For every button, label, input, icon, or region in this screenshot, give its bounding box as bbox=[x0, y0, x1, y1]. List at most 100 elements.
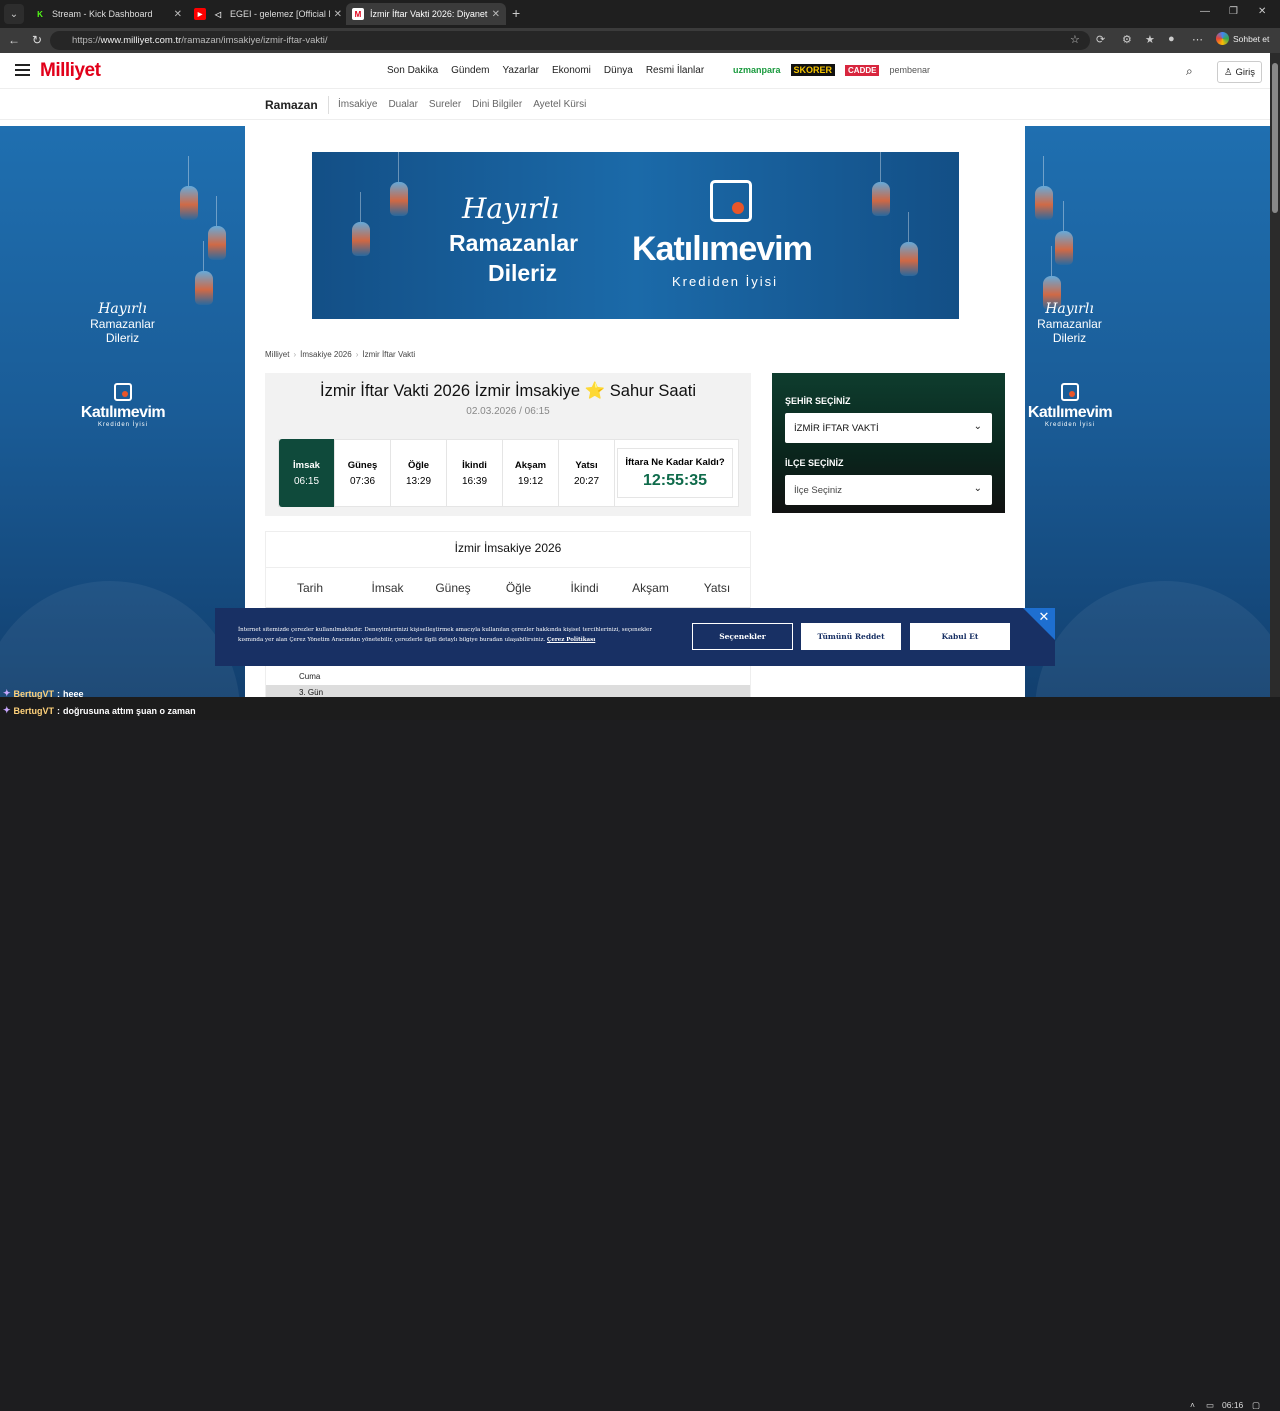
ad-greeting: Hayırlı Ramazanlar Dileriz bbox=[1027, 301, 1112, 345]
subnav-item[interactable]: Sureler bbox=[429, 99, 461, 110]
breadcrumb-item[interactable]: İzmir İftar Vakti bbox=[362, 350, 415, 359]
lantern-icon bbox=[390, 152, 408, 216]
cookie-policy-link[interactable]: Çerez Politikası bbox=[547, 637, 595, 643]
tab-youtube[interactable]: ▶ ◁ EGEI - gelemez [Official Music ✕ bbox=[188, 3, 348, 25]
top-banner-ad[interactable]: Hayırlı Ramazanlar Dileriz Katılımevim K… bbox=[312, 152, 959, 319]
lantern-icon bbox=[208, 196, 226, 260]
chevron-down-icon: ⌄ bbox=[973, 483, 982, 494]
column-header: Tarih bbox=[296, 580, 323, 595]
extensions-icon[interactable]: ⚙ bbox=[1122, 33, 1132, 46]
prayer-time: 19:12 bbox=[517, 475, 544, 487]
nav-item[interactable]: Dünya bbox=[604, 65, 633, 76]
partner-links: uzmanpara SKORER CADDE pembenar bbox=[733, 64, 930, 76]
close-icon[interactable]: ✕ bbox=[1023, 608, 1055, 640]
page-scrollbar[interactable] bbox=[1270, 53, 1280, 697]
close-icon[interactable]: ✕ bbox=[334, 9, 342, 20]
new-tab-icon[interactable]: + bbox=[512, 5, 520, 21]
mosque-silhouette bbox=[0, 581, 240, 697]
table-cell-date: 3. Gün bbox=[299, 688, 324, 697]
countdown-value: 12:55:35 bbox=[642, 471, 708, 489]
close-icon[interactable]: ✕ bbox=[492, 9, 500, 20]
cookie-options-button[interactable]: Seçenekler bbox=[692, 623, 793, 650]
back-icon[interactable]: ← bbox=[8, 33, 20, 47]
column-header: Akşam bbox=[632, 580, 669, 595]
user-icon: ♙ bbox=[1223, 66, 1233, 78]
prayer-times-row: İmsak 06:15 Güneş 07:36 Öğle 13:29 İkind… bbox=[278, 439, 739, 507]
search-icon[interactable]: ⌕ bbox=[1186, 64, 1193, 79]
site-logo[interactable]: Milliyet bbox=[40, 60, 101, 82]
ad-greeting: Hayırlı Ramazanlar Dileriz bbox=[80, 301, 165, 345]
prayer-time-gunes: Güneş 07:36 bbox=[335, 440, 391, 506]
nav-item[interactable]: Ekonomi bbox=[552, 65, 591, 76]
partner-cadde[interactable]: CADDE bbox=[845, 64, 880, 76]
network-icon[interactable]: ▭ bbox=[1206, 1400, 1214, 1411]
maximize-icon[interactable]: ❐ bbox=[1229, 6, 1238, 17]
more-icon[interactable]: ⋯ bbox=[1192, 33, 1203, 46]
ad-brand-name: Katılımevim bbox=[1027, 404, 1113, 421]
cookie-accept-button[interactable]: Kabul Et bbox=[910, 623, 1010, 650]
breadcrumb-item[interactable]: Milliyet bbox=[265, 350, 289, 359]
star-icon[interactable]: ☆ bbox=[1070, 33, 1080, 46]
nav-item[interactable]: Yazarlar bbox=[503, 65, 540, 76]
login-button[interactable]: ♙ Giriş bbox=[1217, 61, 1262, 83]
browser-window: ⌄ K Stream - Kick Dashboard ✕ ▶ ◁ EGEI -… bbox=[0, 0, 1280, 1410]
current-datetime: 02.03.2026 / 06:15 bbox=[466, 406, 550, 417]
table-cell-day: Cuma bbox=[299, 672, 321, 681]
chat-badge-icon: ✦ bbox=[3, 688, 11, 698]
tab-milliyet[interactable]: M İzmir İftar Vakti 2026: Diyanet Ram ✕ bbox=[346, 3, 506, 25]
close-icon[interactable]: ✕ bbox=[174, 9, 182, 20]
prayer-time-aksam: Akşam 19:12 bbox=[503, 440, 559, 506]
partner-skorer[interactable]: SKORER bbox=[790, 64, 836, 76]
tab-search-icon[interactable]: ⌄ bbox=[4, 4, 24, 24]
district-select[interactable]: İlçe Seçiniz ⌄ bbox=[785, 475, 992, 505]
subnav-title[interactable]: Ramazan bbox=[265, 98, 318, 112]
prayer-name: Yatsı bbox=[575, 459, 598, 471]
prayer-name: Akşam bbox=[514, 459, 547, 471]
refresh-page-icon[interactable]: ⟳ bbox=[1096, 33, 1105, 46]
subnav-item[interactable]: Ayetel Kürsi bbox=[533, 99, 586, 110]
prayer-time: 13:29 bbox=[405, 475, 432, 487]
city-value: İZMİR İFTAR VAKTİ bbox=[794, 422, 879, 434]
address-bar[interactable]: https://www.milliyet.com.tr/ramazan/imsa… bbox=[50, 31, 1090, 50]
copilot-button[interactable]: Sohbet et bbox=[1216, 32, 1269, 45]
ad-brand: Katılımevim Krediden İyisi bbox=[1025, 383, 1115, 428]
cookie-reject-button[interactable]: Tümünü Reddet bbox=[801, 623, 901, 650]
subnav-item[interactable]: Dini Bilgiler bbox=[472, 99, 522, 110]
lantern-icon bbox=[900, 212, 918, 276]
column-header: İkindi bbox=[570, 580, 599, 595]
subnav-item[interactable]: İmsakiye bbox=[338, 99, 377, 110]
milliyet-icon: M bbox=[352, 8, 364, 20]
nav-item[interactable]: Gündem bbox=[451, 65, 489, 76]
speaker-icon[interactable]: ◁ bbox=[212, 8, 224, 20]
favorites-icon[interactable]: ★ bbox=[1145, 33, 1155, 46]
city-select[interactable]: İZMİR İFTAR VAKTİ ⌄ bbox=[785, 413, 992, 443]
scrollbar-thumb[interactable] bbox=[1272, 63, 1278, 213]
minimize-icon[interactable]: — bbox=[1200, 6, 1210, 17]
subnav-item[interactable]: Dualar bbox=[388, 99, 417, 110]
url-prefix: https:// bbox=[72, 35, 101, 46]
nav-item[interactable]: Son Dakika bbox=[387, 65, 438, 76]
lantern-icon bbox=[352, 192, 370, 256]
ramazan-subnav: Ramazan İmsakiye Dualar Sureler Dini Bil… bbox=[0, 90, 1270, 120]
nav-item[interactable]: Resmi İlanlar bbox=[646, 65, 704, 76]
tab-title: Stream - Kick Dashboard bbox=[52, 9, 153, 19]
menu-icon[interactable] bbox=[15, 64, 30, 79]
partner-pembenar[interactable]: pembenar bbox=[889, 65, 930, 75]
clock[interactable]: 06:16 bbox=[1222, 1400, 1243, 1410]
close-window-icon[interactable]: ✕ bbox=[1258, 6, 1266, 17]
partner-uzmanpara[interactable]: uzmanpara bbox=[733, 65, 781, 75]
tray-chevron-icon[interactable]: ˄ bbox=[1190, 1400, 1195, 1410]
notification-icon[interactable]: ▢ bbox=[1252, 1400, 1260, 1411]
kick-icon: K bbox=[37, 9, 43, 19]
side-ad-right[interactable]: Hayırlı Ramazanlar Dileriz Katılımevim K… bbox=[1025, 126, 1270, 697]
ad-script: Hayırlı bbox=[1045, 301, 1094, 317]
chevron-down-icon: ⌄ bbox=[973, 421, 982, 432]
side-ad-left[interactable]: Hayırlı Ramazanlar Dileriz Katılımevim K… bbox=[0, 126, 245, 697]
profile-icon[interactable]: ● bbox=[1168, 33, 1175, 45]
page-title: İzmir İftar Vakti 2026 İzmir İmsakiye ⭐ … bbox=[319, 382, 697, 400]
ad-brand-name: Katılımevim bbox=[80, 404, 166, 421]
ad-line2: Dileriz bbox=[1052, 331, 1087, 345]
reload-icon[interactable]: ↻ bbox=[32, 33, 42, 47]
breadcrumb-item[interactable]: İmsakiye 2026 bbox=[300, 350, 352, 359]
tab-kick[interactable]: K Stream - Kick Dashboard ✕ bbox=[28, 3, 188, 25]
